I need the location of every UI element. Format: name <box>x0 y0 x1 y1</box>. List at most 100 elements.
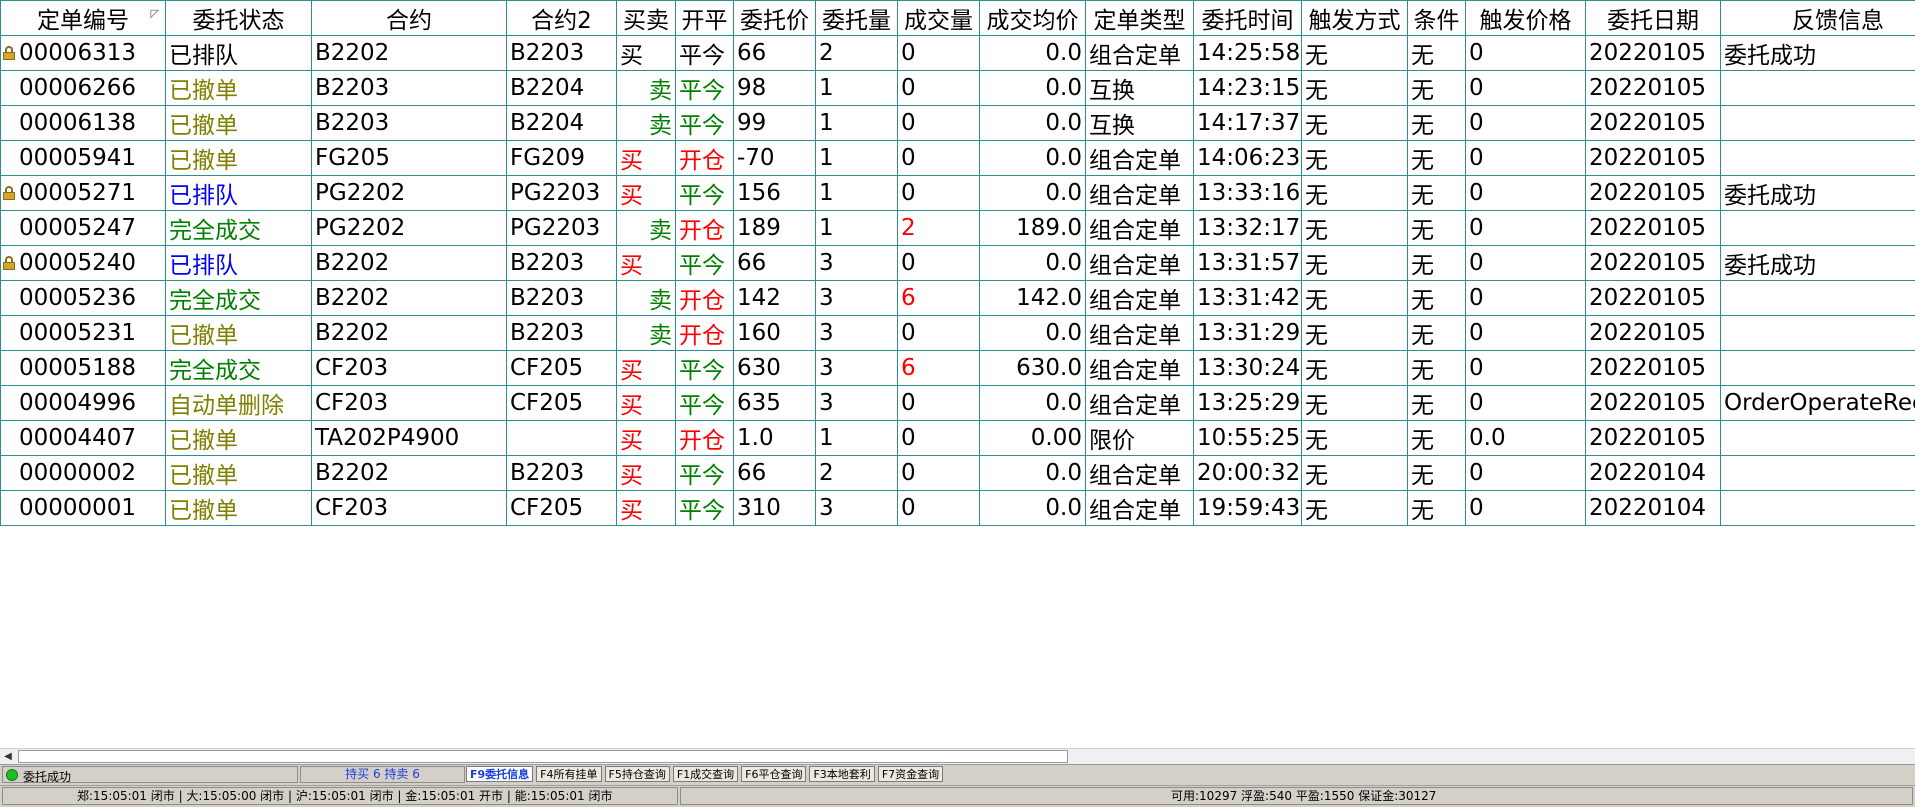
cell-trigger-mode: 无 <box>1302 176 1408 211</box>
cell-order-type: 组合定单 <box>1086 246 1194 281</box>
col-header-qty[interactable]: 委托量 <box>816 1 898 36</box>
col-header-filled[interactable]: 成交量 <box>898 1 980 36</box>
cell-feedback <box>1721 351 1915 386</box>
cell-status: 已撤单 <box>166 456 312 491</box>
cell-status: 已撤单 <box>166 316 312 351</box>
table-row[interactable]: 00005941已撤单FG205FG209买开仓-70100.0组合定单14:0… <box>1 141 1915 176</box>
cell-condition: 无 <box>1408 246 1466 281</box>
order-grid: 定单编号◸ 委托状态 合约 合约2 买卖 开平 委托价 委托量 成交量 成交均价… <box>0 0 1915 745</box>
cell-qty: 3 <box>816 386 898 421</box>
col-header-trigger-mode[interactable]: 触发方式 <box>1302 1 1408 36</box>
cell-qty: 1 <box>816 421 898 456</box>
tab-5[interactable]: F6平仓查询 <box>741 766 806 782</box>
cell-contract2: B2203 <box>507 246 617 281</box>
cell-openclose: 开仓 <box>676 281 734 316</box>
cell-side: 卖 <box>617 106 676 141</box>
cell-feedback <box>1721 456 1915 491</box>
cell-contract: B2202 <box>312 456 507 491</box>
col-header-price[interactable]: 委托价 <box>734 1 816 36</box>
cell-contract2: CF205 <box>507 491 617 526</box>
cell-price: 142 <box>734 281 816 316</box>
tab-6[interactable]: F3本地套利 <box>809 766 874 782</box>
col-header-order-no[interactable]: 定单编号◸ <box>1 1 166 36</box>
tab-2[interactable]: F4所有挂单 <box>536 766 601 782</box>
col-header-openclose[interactable]: 开平 <box>676 1 734 36</box>
col-header-trigger-price[interactable]: 触发价格 <box>1466 1 1586 36</box>
cell-date: 20220105 <box>1586 36 1721 71</box>
cell-status: 已排队 <box>166 176 312 211</box>
cell-qty: 3 <box>816 491 898 526</box>
cell-trigger-price: 0 <box>1466 106 1586 141</box>
cell-filled: 0 <box>898 176 980 211</box>
cell-condition: 无 <box>1408 36 1466 71</box>
cell-condition: 无 <box>1408 351 1466 386</box>
tab-3[interactable]: F5持仓查询 <box>605 766 670 782</box>
scrollbar-thumb[interactable] <box>18 750 1068 763</box>
col-header-status[interactable]: 委托状态 <box>166 1 312 36</box>
tab-1[interactable]: F9委托信息 <box>466 766 533 782</box>
tab-4[interactable]: F1成交查询 <box>673 766 738 782</box>
cell-order-no: 00005236 <box>1 281 166 316</box>
cell-trigger-price: 0 <box>1466 211 1586 246</box>
cell-avg-price: 0.0 <box>980 71 1086 106</box>
cell-order-no: 00000002 <box>1 456 166 491</box>
cell-filled: 0 <box>898 491 980 526</box>
cell-side: 买 <box>617 246 676 281</box>
table-row[interactable]: 00006138已撤单B2203B2204卖平今99100.0互换14:17:3… <box>1 106 1915 141</box>
cell-openclose: 开仓 <box>676 421 734 456</box>
table-row[interactable]: 00000002已撤单B2202B2203买平今66200.0组合定单20:00… <box>1 456 1915 491</box>
cell-qty: 1 <box>816 71 898 106</box>
header-row: 定单编号◸ 委托状态 合约 合约2 买卖 开平 委托价 委托量 成交量 成交均价… <box>1 1 1915 36</box>
cell-date: 20220105 <box>1586 386 1721 421</box>
col-header-contract[interactable]: 合约 <box>312 1 507 36</box>
cell-order-no: 00005188 <box>1 351 166 386</box>
cell-openclose: 平今 <box>676 351 734 386</box>
cell-status: 已排队 <box>166 246 312 281</box>
cell-trigger-mode: 无 <box>1302 351 1408 386</box>
bottom-tab-bar: 委托成功 持买 6 持卖 6 F9委托信息F4所有挂单F5持仓查询F1成交查询F… <box>0 764 1915 785</box>
order-rows: 00006313已排队B2202B2203买平今66200.0组合定单14:25… <box>1 36 1915 526</box>
table-row[interactable]: 00005247完全成交PG2202PG2203卖开仓18912189.0组合定… <box>1 211 1915 246</box>
table-row[interactable]: 00005240已排队B2202B2203买平今66300.0组合定单13:31… <box>1 246 1915 281</box>
col-header-condition[interactable]: 条件 <box>1408 1 1466 36</box>
cell-status: 已撤单 <box>166 106 312 141</box>
cell-price: 630 <box>734 351 816 386</box>
table-row[interactable]: 00005236完全成交B2202B2203卖开仓14236142.0组合定单1… <box>1 281 1915 316</box>
table-row[interactable]: 00005271已排队PG2202PG2203买平今156100.0组合定单13… <box>1 176 1915 211</box>
table-row[interactable]: 00006266已撤单B2203B2204卖平今98100.0互换14:23:1… <box>1 71 1915 106</box>
cell-filled: 0 <box>898 71 980 106</box>
col-header-side[interactable]: 买卖 <box>617 1 676 36</box>
order-status-text: 委托成功 <box>23 768 71 785</box>
table-row[interactable]: 00004407已撤单TA202P4900买开仓1.0100.00限价10:55… <box>1 421 1915 456</box>
cell-date: 20220105 <box>1586 211 1721 246</box>
col-header-avg-price[interactable]: 成交均价 <box>980 1 1086 36</box>
col-header-contract2[interactable]: 合约2 <box>507 1 617 36</box>
cell-filled: 0 <box>898 456 980 491</box>
cell-contract: CF203 <box>312 491 507 526</box>
cell-contract2: PG2203 <box>507 211 617 246</box>
cell-filled: 0 <box>898 106 980 141</box>
col-header-time[interactable]: 委托时间 <box>1194 1 1302 36</box>
cell-condition: 无 <box>1408 456 1466 491</box>
position-summary: 持买 6 持卖 6 <box>300 766 465 783</box>
table-row[interactable]: 00005188完全成交CF203CF205买平今63036630.0组合定单1… <box>1 351 1915 386</box>
cell-condition: 无 <box>1408 71 1466 106</box>
table-row[interactable]: 00006313已排队B2202B2203买平今66200.0组合定单14:25… <box>1 36 1915 71</box>
tab-7[interactable]: F7资金查询 <box>878 766 943 782</box>
cell-trigger-mode: 无 <box>1302 246 1408 281</box>
col-header-order-type[interactable]: 定单类型 <box>1086 1 1194 36</box>
col-header-feedback[interactable]: 反馈信息 <box>1721 1 1915 36</box>
cell-trigger-price: 0 <box>1466 316 1586 351</box>
table-row[interactable]: 00004996自动单删除CF203CF205买平今635300.0组合定单13… <box>1 386 1915 421</box>
cell-date: 20220104 <box>1586 491 1721 526</box>
table-row[interactable]: 00005231已撤单B2202B2203卖开仓160300.0组合定单13:3… <box>1 316 1915 351</box>
col-header-date[interactable]: 委托日期 <box>1586 1 1721 36</box>
table-row[interactable]: 00000001已撤单CF203CF205买平今310300.0组合定单19:5… <box>1 491 1915 526</box>
scroll-left-arrow-icon[interactable]: ◀ <box>0 749 16 765</box>
cell-openclose: 平今 <box>676 36 734 71</box>
cell-qty: 3 <box>816 316 898 351</box>
cell-side: 买 <box>617 141 676 176</box>
horizontal-scrollbar[interactable]: ◀ <box>0 748 1915 765</box>
cell-trigger-price: 0 <box>1466 386 1586 421</box>
cell-price: 310 <box>734 491 816 526</box>
